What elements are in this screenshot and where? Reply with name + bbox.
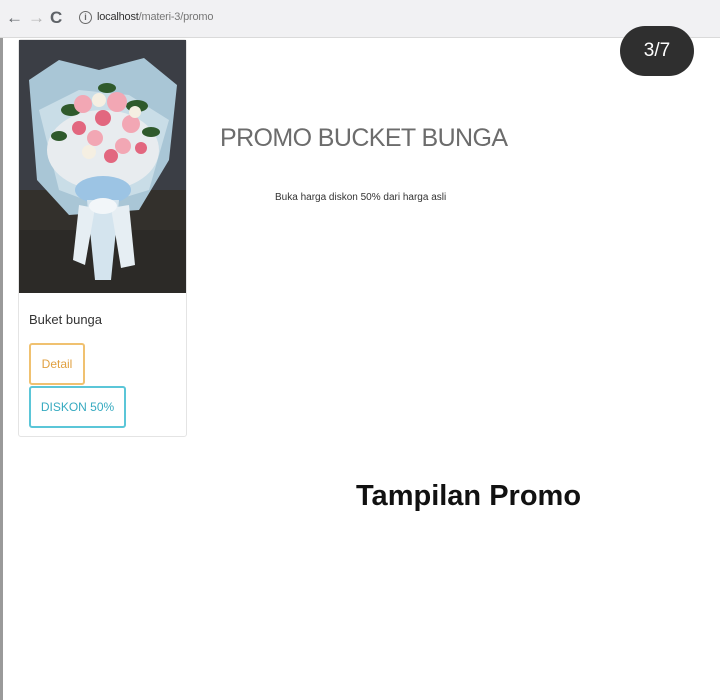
promo-subtitle: Buka harga diskon 50% dari harga asli [275,192,447,203]
info-icon[interactable]: i [79,11,92,24]
address-bar[interactable]: localhost/materi-3/promo [97,11,213,23]
detail-button[interactable]: Detail [29,343,85,385]
product-card: Buket bunga Detail DISKON 50% [18,39,187,437]
forward-arrow-icon[interactable]: → [28,8,45,28]
url-path: /materi-3/promo [138,11,214,23]
url-host: localhost [97,11,139,23]
slide-counter-badge: 3/7 [620,26,694,76]
promo-title: PROMO BUCKET BUNGA [220,124,508,152]
caption-text: Tampilan Promo [356,480,582,512]
reload-icon[interactable]: C [50,8,62,28]
flower-bouquet-photo [19,40,186,293]
browser-toolbar: ← → C i localhost/materi-3/promo [0,0,720,38]
discount-button[interactable]: DISKON 50% [29,386,126,428]
product-image [19,40,186,293]
window-edge [0,0,3,700]
product-name: Buket bunga [29,312,103,327]
back-arrow-icon[interactable]: ← [6,8,23,28]
